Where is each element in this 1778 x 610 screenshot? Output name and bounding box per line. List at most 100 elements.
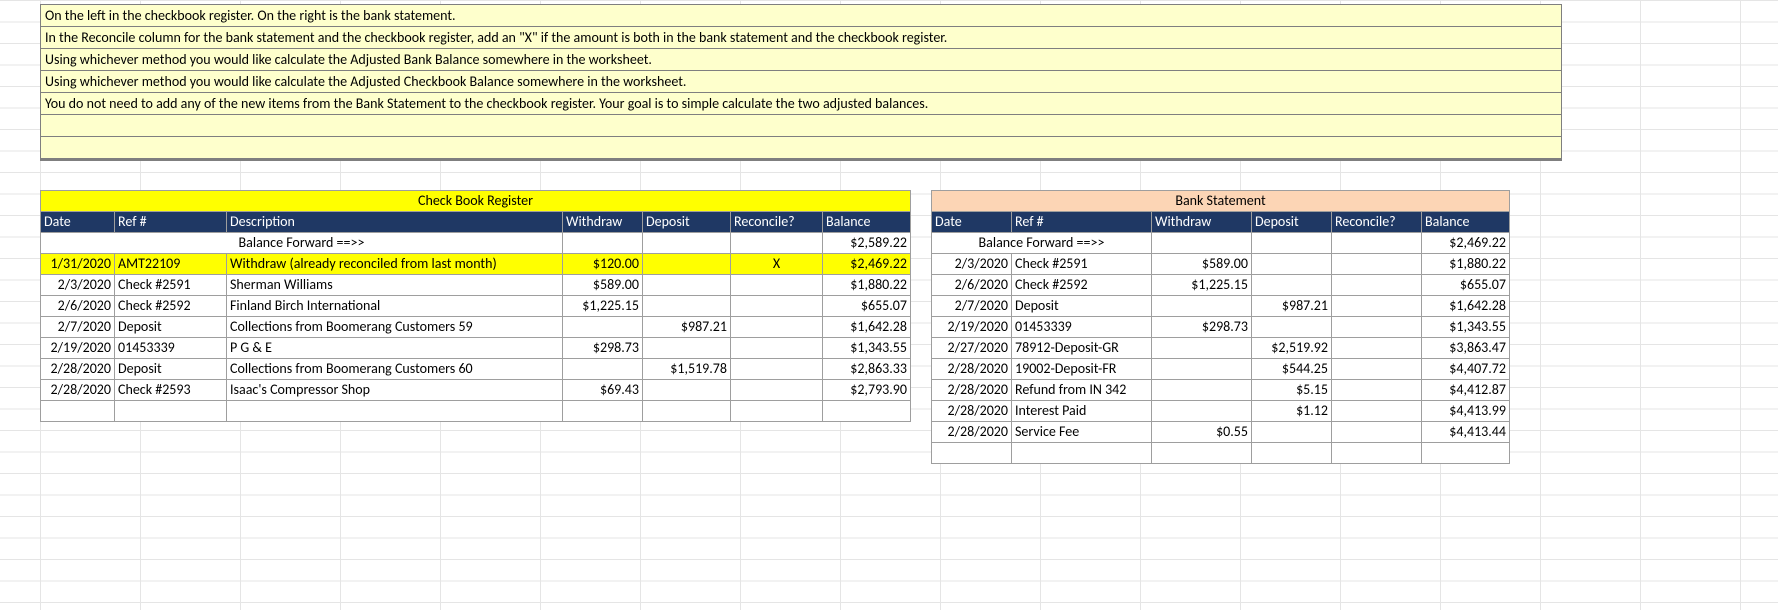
spreadsheet[interactable]: On the left in the checkbook register. O… <box>0 0 1778 610</box>
cell-reconcile[interactable] <box>1332 422 1422 443</box>
cell-withdraw[interactable]: $589.00 <box>563 275 643 296</box>
cell-ref[interactable]: AMT22109 <box>115 254 227 275</box>
cell[interactable] <box>1252 443 1332 464</box>
cell-withdraw[interactable]: $120.00 <box>563 254 643 275</box>
cell-date[interactable]: 1/31/2020 <box>41 254 115 275</box>
cell-date[interactable]: 2/28/2020 <box>932 401 1012 422</box>
cell-reconcile[interactable] <box>731 296 823 317</box>
cell-balance[interactable]: $1,642.28 <box>823 317 911 338</box>
cell[interactable] <box>823 401 911 422</box>
cell-balance[interactable]: $2,863.33 <box>823 359 911 380</box>
cell-reconcile[interactable] <box>731 380 823 401</box>
cell-balance[interactable]: $2,793.90 <box>823 380 911 401</box>
cell-deposit[interactable]: $5.15 <box>1252 380 1332 401</box>
cell-date[interactable]: 2/6/2020 <box>41 296 115 317</box>
cell-deposit[interactable]: $2,519.92 <box>1252 338 1332 359</box>
cell-balance[interactable]: $655.07 <box>1422 275 1510 296</box>
cell-ref[interactable]: Check #2592 <box>115 296 227 317</box>
cell-withdraw[interactable]: $298.73 <box>1152 317 1252 338</box>
cell-reconcile[interactable]: X <box>731 254 823 275</box>
cell[interactable] <box>1012 443 1152 464</box>
cell-deposit[interactable] <box>643 338 731 359</box>
cell-date[interactable]: 2/28/2020 <box>41 380 115 401</box>
cell-withdraw[interactable]: $589.00 <box>1152 254 1252 275</box>
cell[interactable] <box>227 401 563 422</box>
cell[interactable] <box>41 401 115 422</box>
cell[interactable] <box>731 233 823 254</box>
cell-deposit[interactable] <box>1252 317 1332 338</box>
cell-deposit[interactable] <box>1252 422 1332 443</box>
cell-deposit[interactable]: $544.25 <box>1252 359 1332 380</box>
cell-deposit[interactable]: $987.21 <box>1252 296 1332 317</box>
cell-ref[interactable]: 19002-Deposit-FR <box>1012 359 1152 380</box>
cell-withdraw[interactable]: $0.55 <box>1152 422 1252 443</box>
cell-date[interactable]: 2/3/2020 <box>932 254 1012 275</box>
cell-withdraw[interactable]: $1,225.15 <box>1152 275 1252 296</box>
cell-withdraw[interactable] <box>563 317 643 338</box>
cell-desc[interactable]: Finland Birch International <box>227 296 563 317</box>
cell-deposit[interactable] <box>643 275 731 296</box>
cell[interactable] <box>1252 233 1332 254</box>
cell[interactable] <box>563 233 643 254</box>
cell-ref[interactable]: Deposit <box>115 317 227 338</box>
cell-ref[interactable]: 01453339 <box>115 338 227 359</box>
cell-date[interactable]: 2/28/2020 <box>932 422 1012 443</box>
balance-forward-value[interactable]: $2,589.22 <box>823 233 911 254</box>
cell-ref[interactable]: Refund from IN 342 <box>1012 380 1152 401</box>
cell-withdraw[interactable] <box>563 359 643 380</box>
cell-ref[interactable]: 01453339 <box>1012 317 1152 338</box>
cell[interactable] <box>731 401 823 422</box>
cell-balance[interactable]: $1,343.55 <box>1422 317 1510 338</box>
cell-reconcile[interactable] <box>731 359 823 380</box>
cell-deposit[interactable]: $1,519.78 <box>643 359 731 380</box>
instruction-line[interactable]: Using whichever method you would like ca… <box>40 71 1562 93</box>
cell-reconcile[interactable] <box>1332 338 1422 359</box>
cell-balance[interactable]: $4,413.44 <box>1422 422 1510 443</box>
cell-withdraw[interactable] <box>1152 296 1252 317</box>
cell-desc[interactable]: Collections from Boomerang Customers 59 <box>227 317 563 338</box>
cell-date[interactable]: 2/19/2020 <box>932 317 1012 338</box>
cell-reconcile[interactable] <box>1332 317 1422 338</box>
cell[interactable] <box>115 401 227 422</box>
cell-withdraw[interactable] <box>1152 359 1252 380</box>
cell-deposit[interactable] <box>1252 254 1332 275</box>
cell-withdraw[interactable]: $1,225.15 <box>563 296 643 317</box>
cell[interactable] <box>1332 233 1422 254</box>
cell-reconcile[interactable] <box>1332 275 1422 296</box>
cell-withdraw[interactable] <box>1152 380 1252 401</box>
cell-balance[interactable]: $1,880.22 <box>1422 254 1510 275</box>
cell-date[interactable]: 2/28/2020 <box>932 359 1012 380</box>
cell-ref[interactable]: Check #2593 <box>115 380 227 401</box>
cell-balance[interactable]: $4,412.87 <box>1422 380 1510 401</box>
cell-ref[interactable]: 78912-Deposit-GR <box>1012 338 1152 359</box>
cell[interactable] <box>1152 233 1252 254</box>
cell-desc[interactable]: P G & E <box>227 338 563 359</box>
cell-deposit[interactable]: $1.12 <box>1252 401 1332 422</box>
cell-ref[interactable]: Deposit <box>1012 296 1152 317</box>
cell-desc[interactable]: Isaac's Compressor Shop <box>227 380 563 401</box>
instruction-line[interactable]: On the left in the checkbook register. O… <box>40 4 1562 27</box>
cell-balance[interactable]: $1,642.28 <box>1422 296 1510 317</box>
cell-ref[interactable]: Check #2591 <box>1012 254 1152 275</box>
cell[interactable] <box>643 233 731 254</box>
instruction-line[interactable]: In the Reconcile column for the bank sta… <box>40 27 1562 49</box>
cell-date[interactable]: 2/28/2020 <box>41 359 115 380</box>
cell-reconcile[interactable] <box>731 338 823 359</box>
cell-withdraw[interactable] <box>1152 401 1252 422</box>
cell[interactable] <box>1422 443 1510 464</box>
cell-date[interactable]: 2/19/2020 <box>41 338 115 359</box>
cell-balance[interactable]: $655.07 <box>823 296 911 317</box>
cell-reconcile[interactable] <box>1332 401 1422 422</box>
cell[interactable] <box>643 401 731 422</box>
cell-date[interactable]: 2/27/2020 <box>932 338 1012 359</box>
cell-withdraw[interactable] <box>1152 338 1252 359</box>
cell-deposit[interactable] <box>1252 275 1332 296</box>
cell-date[interactable]: 2/28/2020 <box>932 380 1012 401</box>
cell-reconcile[interactable] <box>1332 380 1422 401</box>
cell-date[interactable]: 2/3/2020 <box>41 275 115 296</box>
cell-ref[interactable]: Interest Paid <box>1012 401 1152 422</box>
cell-reconcile[interactable] <box>1332 296 1422 317</box>
cell[interactable] <box>563 401 643 422</box>
cell[interactable] <box>1332 443 1422 464</box>
cell-ref[interactable]: Deposit <box>115 359 227 380</box>
